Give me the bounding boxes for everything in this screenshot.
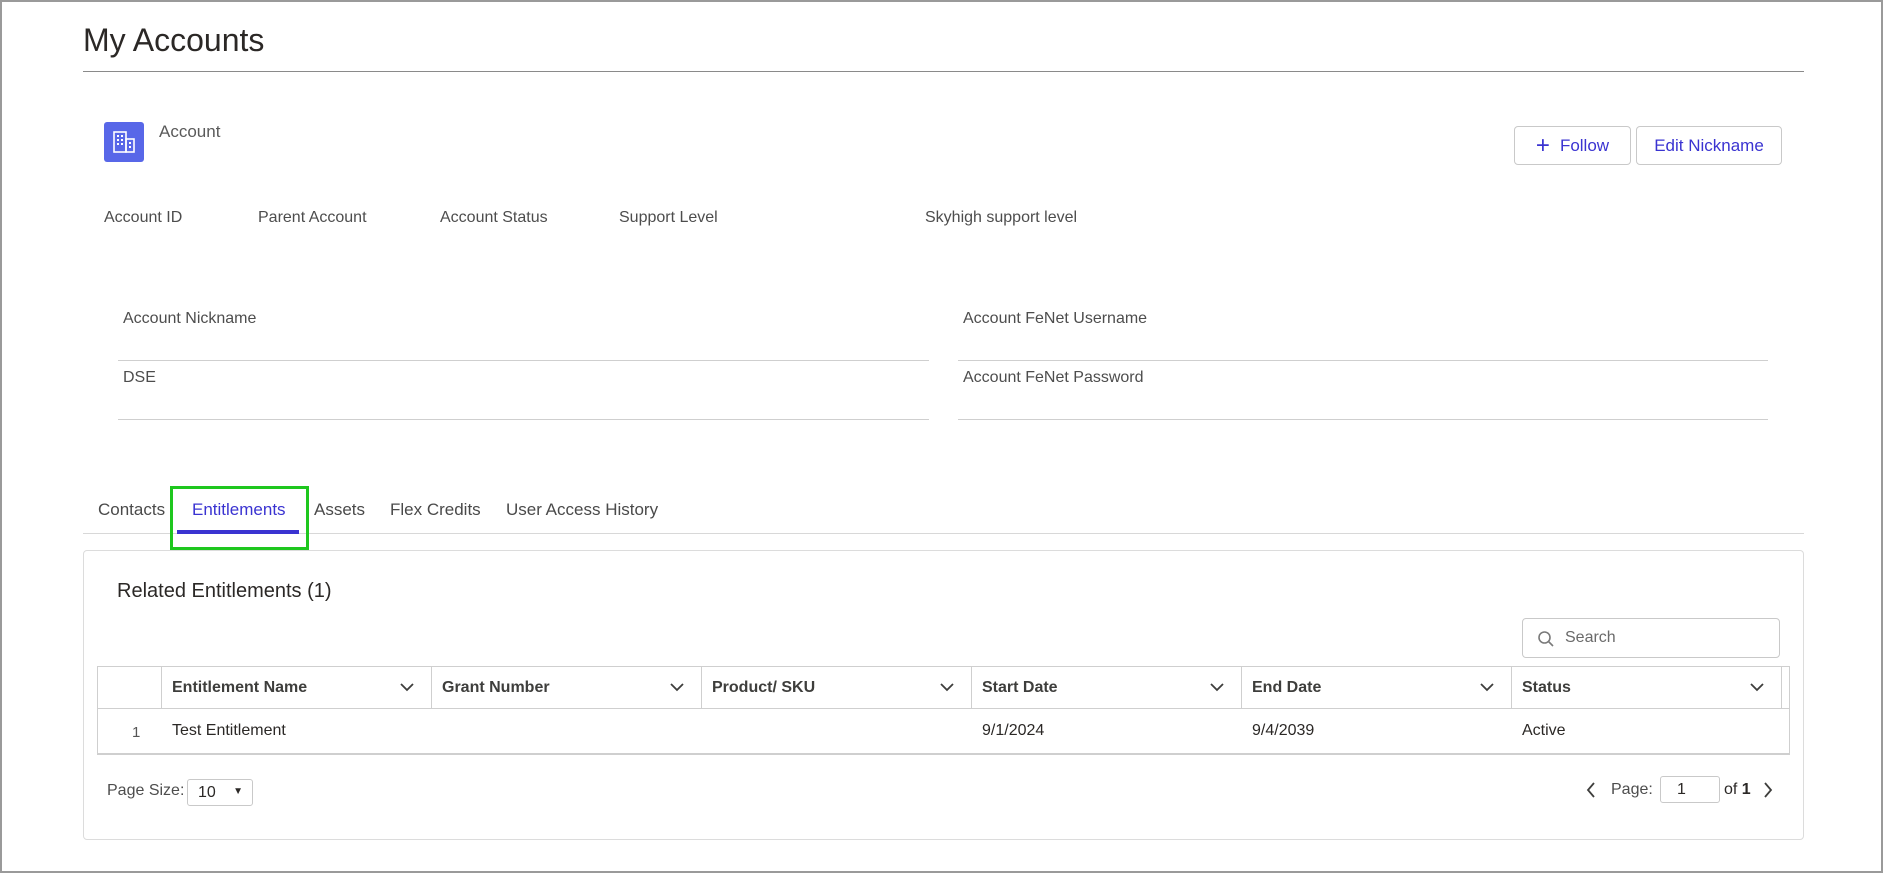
column-header-entitlement-name[interactable]: Entitlement Name [162,667,432,709]
parent-account-label: Parent Account [258,209,367,226]
search-field[interactable] [1522,618,1780,658]
skyhigh-support-level-label: Skyhigh support level [925,209,1078,226]
chevron-down-icon[interactable] [1749,681,1765,693]
field-divider [958,360,1768,361]
support-level-label: Support Level [619,209,718,226]
follow-label: Follow [1559,135,1610,155]
chevron-down-icon[interactable] [1209,681,1225,693]
edit-nickname-button[interactable]: Edit Nickname [1636,126,1782,165]
follow-button[interactable]: + Follow [1514,126,1631,165]
cell-status: Active [1522,722,1566,739]
fenet-password-label: Account FeNet Password [963,369,1144,386]
row-number: 1 [132,724,141,741]
cell-end-date: 9/4/2039 [1252,722,1315,739]
tab-flex-credits[interactable]: Flex Credits [390,500,481,520]
account-id-label: Account ID [104,209,183,226]
page-label: Page: [1611,781,1653,798]
column-label: Status [1522,679,1571,696]
search-input[interactable] [1563,625,1763,651]
column-header-end-date[interactable]: End Date [1242,667,1512,709]
column-header-start-date[interactable]: Start Date [972,667,1242,709]
column-label: Product/ SKU [712,679,816,696]
field-divider [118,419,929,420]
page-number-input[interactable]: 1 [1660,776,1720,803]
total-pages-value: 1 [1741,781,1751,798]
tab-assets[interactable]: Assets [314,500,365,520]
field-divider [118,360,929,361]
table-header: Entitlement Name Grant Number Product/ S… [98,667,1789,709]
account-label: Account [159,122,221,141]
fenet-username-label: Account FeNet Username [963,310,1148,327]
page-size-value: 10 [198,784,216,801]
page-size-select[interactable]: 10 ▼ [187,779,253,806]
search-icon [1538,631,1554,647]
column-label: End Date [1252,679,1322,696]
caret-down-icon: ▼ [233,786,243,797]
field-divider [958,419,1768,420]
chevron-right-icon[interactable] [1762,781,1774,799]
column-label: Grant Number [442,679,550,696]
row-number-header [98,667,162,709]
column-header-grant-number[interactable]: Grant Number [432,667,702,709]
account-status-label: Account Status [440,209,548,226]
tabs-divider [83,533,1804,534]
page-title: My Accounts [83,22,265,58]
column-header-status[interactable]: Status [1512,667,1782,709]
chevron-left-icon[interactable] [1585,781,1597,799]
page-size-label: Page Size: [107,782,185,799]
entitlements-table: Entitlement Name Grant Number Product/ S… [97,666,1790,755]
account-nickname-label: Account Nickname [123,310,257,327]
column-label: Entitlement Name [172,679,308,696]
tab-user-access-history[interactable]: User Access History [506,500,658,520]
plus-icon: + [1535,131,1550,159]
tab-contacts[interactable]: Contacts [98,500,165,520]
cell-start-date: 9/1/2024 [982,722,1045,739]
column-header-product-sku[interactable]: Product/ SKU [702,667,972,709]
total-pages: of 1 [1724,781,1751,799]
building-icon [104,122,144,162]
related-entitlements-title: Related Entitlements (1) [117,580,332,602]
tab-highlight-box [170,486,309,550]
of-label: of [1724,781,1738,798]
column-label: Start Date [982,679,1058,696]
dse-label: DSE [123,369,156,386]
title-divider [83,71,1804,72]
chevron-down-icon[interactable] [669,681,685,693]
cell-entitlement-name: Test Entitlement [172,722,286,739]
chevron-down-icon[interactable] [939,681,955,693]
chevron-down-icon[interactable] [1479,681,1495,693]
chevron-down-icon[interactable] [399,681,415,693]
